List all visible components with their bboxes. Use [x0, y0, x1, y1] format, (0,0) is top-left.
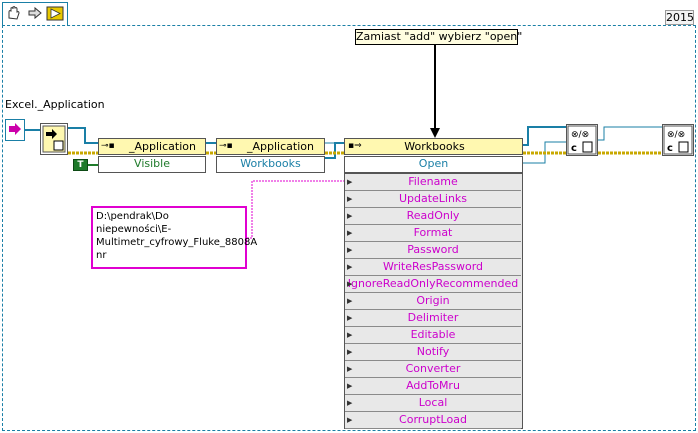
close-reference-icon: ⊗/⊗ c: [663, 125, 693, 155]
property-node-icon: ⊸▪: [219, 141, 233, 151]
param-local[interactable]: ▶ Local: [345, 395, 521, 412]
app1-title: _Application: [129, 140, 196, 153]
input-terminal-icon: ▶: [347, 178, 353, 186]
input-terminal-icon: ▶: [347, 416, 353, 424]
input-terminal-icon: ▶: [347, 382, 353, 390]
input-terminal-icon: ▶: [347, 212, 353, 220]
comment-note[interactable]: Zamiast "add" wybierz "open": [355, 29, 522, 45]
close-reference-icon: ⊗/⊗ c: [567, 125, 597, 155]
input-terminal-icon: ▶: [347, 263, 353, 271]
app2-title: _Application: [247, 140, 314, 153]
svg-text:c: c: [571, 143, 577, 154]
automation-open-icon: [42, 125, 66, 153]
refnum-icon: [9, 123, 21, 135]
param-notify[interactable]: ▶ Notify: [345, 344, 521, 361]
param-addtomru[interactable]: ▶ AddToMru: [345, 378, 521, 395]
app1-header[interactable]: ⊸▪ _Application: [98, 138, 206, 155]
input-terminal-icon: ▶: [347, 331, 353, 339]
input-terminal-icon: ▶: [347, 399, 353, 407]
input-terminal-icon: ▶: [347, 365, 353, 373]
param-delimiter[interactable]: ▶ Delimiter: [345, 310, 521, 327]
param-origin[interactable]: ▶ Origin: [345, 293, 521, 310]
close-reference-node-1[interactable]: ⊗/⊗ c: [566, 124, 598, 156]
input-terminal-icon: ▶: [347, 348, 353, 356]
true-constant[interactable]: T: [73, 159, 88, 171]
param-converter[interactable]: ▶ Converter: [345, 361, 521, 378]
filename-string-constant[interactable]: D:\pendrak\Do niepewności\E-Multimetr_cy…: [91, 206, 257, 269]
param-updatelinks[interactable]: ▶ UpdateLinks: [345, 191, 521, 208]
app2-workbooks-property[interactable]: Workbooks: [216, 156, 325, 173]
param-filename[interactable]: ▶ Filename: [345, 174, 521, 191]
input-terminal-icon: ▶: [347, 314, 353, 322]
param-format[interactable]: ▶ Format: [345, 225, 521, 242]
param-ignorereadonly[interactable]: ▶ IgnoreReadOnlyRecommended: [345, 276, 521, 293]
refnum-terminal[interactable]: [5, 119, 25, 141]
input-terminal-icon: ▶: [347, 229, 353, 237]
open-parameters-list: ▶ Filename ▶ UpdateLinks ▶ ReadOnly ▶ Format…: [344, 173, 523, 429]
svg-text:⊗/⊗: ⊗/⊗: [571, 130, 589, 140]
param-corruptload[interactable]: ▶ CorruptLoad: [345, 412, 521, 429]
workbooks-open-method[interactable]: Open: [344, 156, 523, 173]
input-terminal-icon: ▶: [347, 246, 353, 254]
app1-visible-property[interactable]: Visible: [98, 156, 206, 173]
property-node-icon: ⊸▪: [101, 141, 115, 151]
close-reference-node-2[interactable]: ⊗/⊗ c: [662, 124, 694, 156]
svg-text:c: c: [667, 143, 673, 154]
input-terminal-icon: ▶: [347, 280, 353, 288]
input-terminal-icon: ▶: [347, 297, 353, 305]
svg-text:⊗/⊗: ⊗/⊗: [667, 130, 685, 140]
open-reference-node[interactable]: [40, 123, 68, 155]
app2-header[interactable]: ⊸▪ _Application: [216, 138, 325, 155]
param-readonly[interactable]: ▶ ReadOnly: [345, 208, 521, 225]
ref-label: Excel._Application: [5, 98, 105, 111]
param-writerespassword[interactable]: ▶ WriteResPassword: [345, 259, 521, 276]
param-password[interactable]: ▶ Password: [345, 242, 521, 259]
param-editable[interactable]: ▶ Editable: [345, 327, 521, 344]
input-terminal-icon: ▶: [347, 195, 353, 203]
workbooks-header[interactable]: ▪⇒ Workbooks: [344, 138, 523, 155]
workbooks-title: Workbooks: [404, 140, 465, 153]
